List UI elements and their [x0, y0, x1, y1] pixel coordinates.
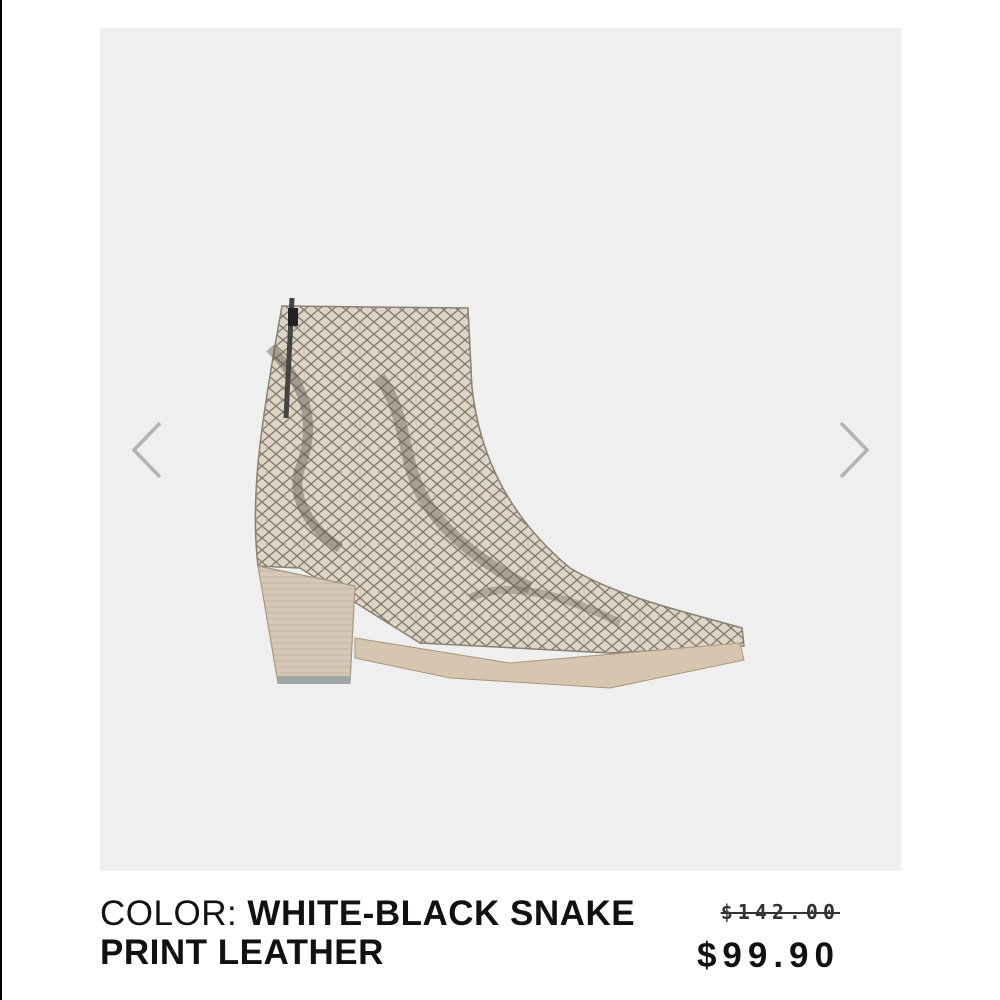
price-block: $142.00 $99.90: [660, 900, 840, 978]
chevron-left-icon: [131, 421, 162, 479]
product-image-gallery: [100, 28, 901, 871]
product-image[interactable]: [250, 268, 750, 698]
boot-illustration: [254, 297, 745, 689]
next-image-button[interactable]: [823, 415, 873, 485]
previous-image-button[interactable]: [128, 415, 178, 485]
chevron-right-icon: [839, 421, 870, 479]
color-label: COLOR:: [100, 894, 248, 933]
page-left-border: [0, 0, 2, 1000]
original-price: $142.00: [720, 900, 840, 924]
sale-price: $99.90: [696, 936, 840, 975]
product-color: COLOR: WHITE-BLACK SNAKE PRINT LEATHER: [100, 894, 675, 972]
